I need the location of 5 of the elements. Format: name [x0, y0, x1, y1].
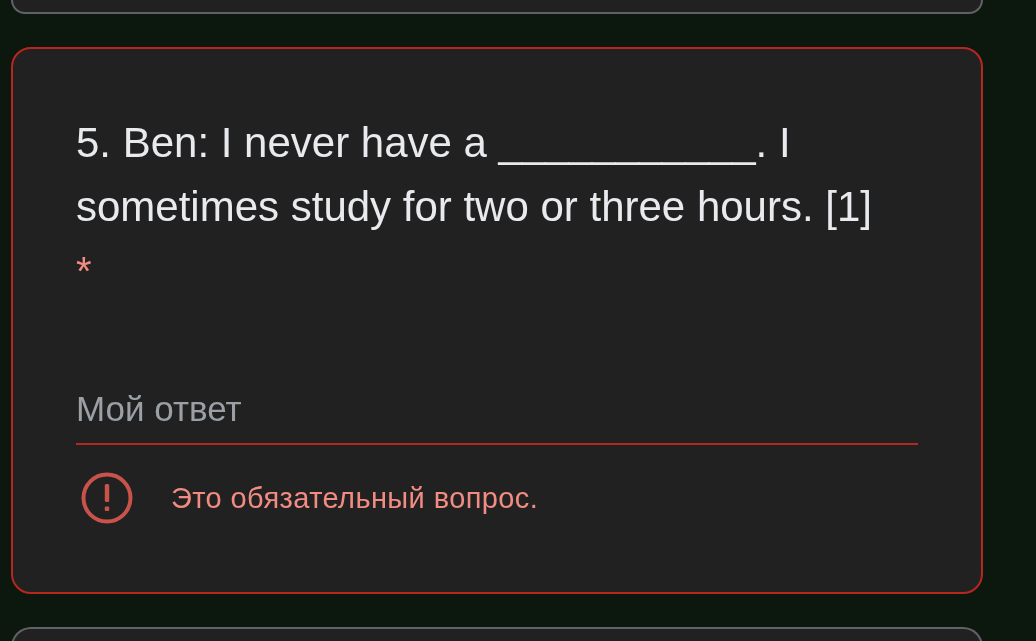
answer-field[interactable]: Мой ответ [76, 383, 918, 445]
question-text: 5. Ben: I never have a ___________. I sometimes study for two or three hours. [1] [76, 118, 873, 232]
exclamation-icon [81, 472, 133, 524]
error-message: Это обязательный вопрос. [171, 481, 539, 515]
required-asterisk: * [76, 248, 92, 295]
